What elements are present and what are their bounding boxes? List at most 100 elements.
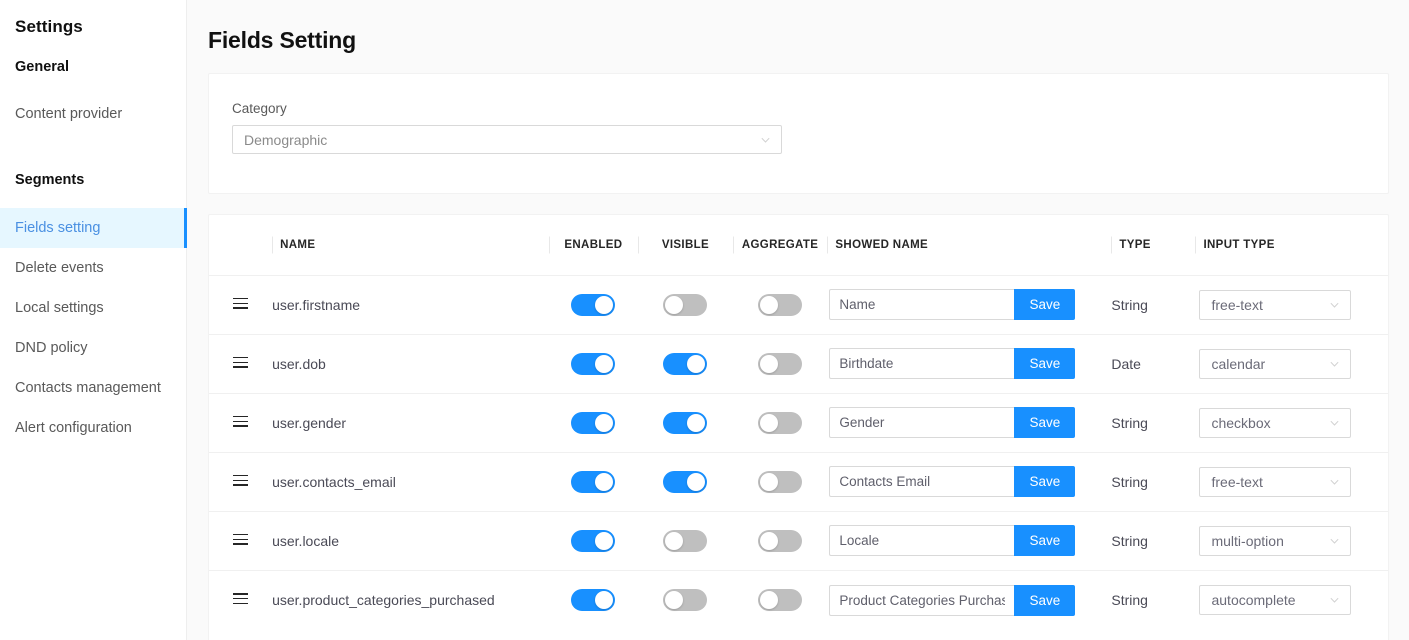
drag-handle-cell (209, 274, 273, 335)
input-type-select[interactable]: checkbox (1199, 407, 1352, 438)
sidebar-group-general: General (15, 59, 69, 75)
visible-toggle[interactable] (663, 529, 708, 552)
input-type-select[interactable]: calendar (1199, 348, 1352, 379)
table-row: user.firstname Save String free-text (209, 274, 1388, 335)
sidebar-nav: General Content provider Segments Fields se… (0, 59, 187, 448)
sidebar-item-content-provider[interactable]: Content provider (0, 94, 186, 134)
toggle-knob (687, 413, 706, 432)
fields-table-body: user.firstname Save String free-text user.do… (209, 274, 1388, 630)
sidebar-item-fields-setting[interactable]: Fields setting (0, 208, 187, 248)
chevron-down-icon (760, 134, 771, 145)
showed-name-input[interactable] (829, 348, 1015, 380)
chevron-down-icon (1329, 299, 1340, 310)
drag-handle-icon[interactable] (233, 415, 249, 427)
showed-name-input[interactable] (829, 525, 1015, 557)
showed-name-input[interactable] (829, 584, 1015, 616)
chevron-down-icon (1329, 476, 1340, 487)
enabled-toggle[interactable] (571, 411, 616, 434)
save-button[interactable]: Save (1014, 466, 1076, 498)
toggle-knob (665, 531, 684, 550)
enabled-cell (548, 274, 639, 335)
aggregate-toggle[interactable] (758, 411, 803, 434)
toggle-knob (760, 591, 779, 610)
table-row: user.gender Save String checkbox (209, 392, 1388, 453)
enabled-toggle[interactable] (571, 293, 616, 316)
enabled-toggle[interactable] (571, 589, 616, 612)
showed-name-group: Save (829, 466, 1076, 498)
sidebar-group-segments: Segments (15, 172, 85, 188)
input-type-cell: calendar (1195, 333, 1388, 394)
category-select[interactable]: Demographic (232, 125, 782, 155)
save-button[interactable]: Save (1014, 407, 1076, 439)
aggregate-toggle[interactable] (758, 470, 803, 493)
input-type-cell: free-text (1195, 451, 1388, 512)
showed-name-input[interactable] (829, 466, 1015, 498)
visible-cell (638, 333, 733, 394)
drag-handle-icon[interactable] (233, 297, 249, 309)
field-type: String (1111, 274, 1196, 335)
visible-toggle[interactable] (663, 293, 708, 316)
enabled-toggle[interactable] (571, 352, 616, 375)
aggregate-toggle[interactable] (758, 529, 803, 552)
sidebar-item-dnd-policy[interactable]: DND policy (0, 328, 186, 368)
fields-table-head: NAME ENABLED VISIBLE AGGREGATE SHOWED NA… (209, 215, 1388, 275)
header-visible: VISIBLE (638, 215, 733, 275)
drag-handle-cell (209, 569, 273, 630)
input-type-select[interactable]: autocomplete (1199, 585, 1352, 616)
drag-handle-icon[interactable] (233, 474, 249, 486)
visible-cell (638, 569, 733, 630)
header-aggregate: AGGREGATE (733, 215, 828, 275)
save-button[interactable]: Save (1014, 289, 1076, 321)
visible-toggle[interactable] (663, 352, 708, 375)
sidebar-item-contacts-management[interactable]: Contacts management (0, 368, 186, 408)
toggle-knob (665, 295, 684, 314)
sidebar-item-local-settings[interactable]: Local settings (0, 288, 186, 328)
aggregate-toggle[interactable] (758, 352, 803, 375)
field-name: user.gender (272, 392, 549, 453)
toggle-knob (665, 591, 684, 610)
aggregate-toggle[interactable] (758, 293, 803, 316)
aggregate-cell (732, 274, 828, 335)
aggregate-toggle[interactable] (758, 589, 803, 612)
chevron-down-icon (1329, 358, 1340, 369)
settings-sidebar: Settings General Content provider Segments… (0, 0, 187, 640)
header-enabled: ENABLED (549, 215, 638, 275)
showed-name-group: Save (829, 525, 1076, 557)
input-type-select[interactable]: free-text (1199, 466, 1352, 497)
enabled-toggle[interactable] (571, 470, 616, 493)
visible-cell (638, 451, 733, 512)
input-type-value: free-text (1211, 473, 1263, 490)
input-type-value: autocomplete (1211, 592, 1296, 609)
save-button[interactable]: Save (1014, 525, 1076, 557)
toggle-knob (760, 472, 779, 491)
input-type-select[interactable]: multi-option (1199, 525, 1352, 556)
fields-table-card: NAME ENABLED VISIBLE AGGREGATE SHOWED NA… (208, 214, 1389, 640)
app-root: Settings General Content provider Segments… (0, 0, 1409, 640)
category-card: Category Demographic (208, 73, 1389, 195)
header-showed-name: SHOWED NAME (827, 215, 1111, 275)
aggregate-cell (732, 451, 828, 512)
visible-toggle[interactable] (663, 589, 708, 612)
aggregate-cell (732, 510, 828, 571)
showed-name-input[interactable] (829, 289, 1015, 321)
sidebar-item-delete-events[interactable]: Delete events (0, 248, 186, 288)
visible-cell (638, 274, 733, 335)
save-button[interactable]: Save (1014, 348, 1076, 380)
visible-toggle[interactable] (663, 470, 708, 493)
visible-toggle[interactable] (663, 411, 708, 434)
chevron-down-icon (1329, 595, 1340, 606)
input-type-select[interactable]: free-text (1199, 289, 1352, 320)
field-name: user.firstname (272, 274, 549, 335)
drag-handle-icon[interactable] (233, 533, 249, 545)
drag-handle-icon[interactable] (233, 356, 249, 368)
sidebar-item-alert-configuration[interactable]: Alert configuration (0, 408, 186, 448)
chevron-down-icon (1329, 535, 1340, 546)
enabled-toggle[interactable] (571, 529, 616, 552)
toggle-knob (595, 295, 614, 314)
showed-name-input[interactable] (829, 407, 1015, 439)
showed-name-group: Save (829, 348, 1076, 380)
save-button[interactable]: Save (1014, 584, 1076, 616)
showed-name-cell: Save (827, 451, 1112, 512)
drag-handle-icon[interactable] (233, 593, 249, 605)
enabled-cell (548, 392, 639, 453)
